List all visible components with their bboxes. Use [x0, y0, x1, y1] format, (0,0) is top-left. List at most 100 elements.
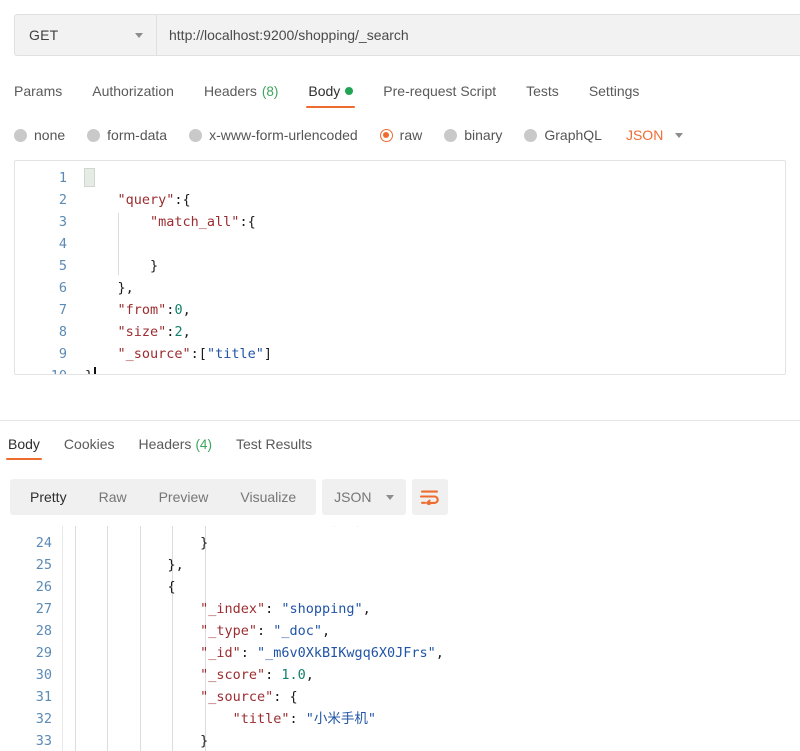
line-number: 2 [58, 192, 67, 208]
response-view-pretty[interactable]: Pretty [14, 479, 83, 515]
code-token: : [265, 667, 282, 683]
code-token: :[ [190, 346, 207, 362]
code-token: "size" [117, 324, 167, 340]
indent-guide [107, 526, 109, 751]
chevron-down-icon [675, 132, 684, 138]
response-view-visualize[interactable]: Visualize [224, 479, 312, 515]
chevron-down-icon [385, 494, 394, 500]
request-tab-label: Params [14, 83, 63, 99]
code-token: "title" [206, 346, 264, 362]
pane-divider[interactable] [0, 420, 800, 421]
word-wrap-button[interactable] [411, 479, 448, 515]
radio-icon [524, 128, 538, 142]
response-view-raw[interactable]: Raw [83, 479, 143, 515]
code-line: "title": "小米手机" [233, 708, 376, 730]
code-token: "_id" [200, 645, 241, 661]
response-tab-body[interactable]: Body [6, 436, 42, 460]
response-tab-headers[interactable]: Headers (4) [139, 436, 212, 460]
response-format-dropdown[interactable]: JSON [322, 479, 406, 515]
request-tab-count: (8) [261, 83, 279, 99]
code-token: , [362, 601, 371, 617]
response-tab-count: (4) [195, 436, 212, 452]
request-tab-body[interactable]: Body [306, 83, 356, 108]
word-wrap-icon [419, 490, 439, 505]
line-number: 29 [35, 645, 52, 661]
line-number: 8 [58, 324, 67, 340]
code-line: "_source":["title"] [118, 343, 272, 365]
line-number: 26 [35, 579, 52, 595]
radio-icon [189, 128, 203, 142]
response-view-preview[interactable]: Preview [143, 479, 225, 515]
http-method-label: GET [29, 27, 59, 43]
url-text: http://localhost:9200/shopping/_search [169, 27, 409, 43]
request-tab-label: Settings [588, 83, 640, 99]
indent-guide [117, 213, 119, 275]
response-view-segmented-control: Pretty Raw Preview Visualize [10, 479, 317, 515]
request-tab-params[interactable]: Params [14, 83, 62, 108]
response-body-viewer[interactable]: 23"title": "小米手机"24}25},26{27"_index": "… [0, 526, 800, 751]
code-token: "from" [117, 302, 167, 318]
line-number: 25 [35, 557, 52, 573]
code-token: "_m6v0XkBIKwgq6X0JFrs" [256, 645, 436, 661]
response-tab-bar: Body Cookies Headers (4) Test Results [6, 432, 800, 460]
code-line: "size":2, [118, 321, 191, 343]
raw-format-dropdown[interactable]: JSON [626, 127, 684, 143]
response-tab-label: Body [8, 436, 40, 452]
radio-icon [379, 128, 393, 142]
code-line: "match_all":{ [150, 211, 256, 233]
request-tab-label: Tests [526, 83, 559, 99]
code-line: "_source": { [200, 686, 298, 708]
radio-icon [87, 128, 101, 142]
line-number: 33 [35, 733, 52, 749]
request-tab-label: Pre-request Script [383, 83, 497, 99]
request-tab-headers[interactable]: Headers (8) [204, 83, 278, 108]
code-line: "_id": "_m6v0XkBIKwgq6X0JFrs", [200, 642, 444, 664]
code-token: "shopping" [281, 601, 363, 617]
request-tab-tests[interactable]: Tests [526, 83, 559, 108]
code-line: "query":{ [118, 189, 191, 211]
code-token: : { [273, 689, 298, 705]
response-tab-label: Cookies [63, 436, 115, 452]
postman-window: GET http://localhost:9200/shopping/_sear… [0, 14, 800, 751]
body-type-none[interactable]: none [14, 127, 65, 143]
body-type-raw[interactable]: raw [379, 127, 422, 143]
code-line: } [200, 730, 208, 751]
code-token: 0 [174, 302, 183, 318]
code-token: "_type" [200, 623, 257, 639]
line-number: 6 [58, 280, 67, 296]
line-number: 28 [35, 623, 52, 639]
code-token: "_doc" [273, 623, 323, 639]
code-token: , [182, 324, 191, 340]
body-type-graphql[interactable]: GraphQL [524, 127, 602, 143]
request-tab-authorization[interactable]: Authorization [92, 83, 174, 108]
body-type-binary[interactable]: binary [444, 127, 502, 143]
code-line: "_score": 1.0, [200, 664, 314, 686]
response-tab-test-results[interactable]: Test Results [236, 436, 312, 460]
http-method-dropdown[interactable]: GET [14, 14, 156, 56]
bracket-match-highlight [84, 168, 95, 187]
request-tab-settings[interactable]: Settings [589, 83, 640, 108]
code-line: "_type": "_doc", [200, 620, 330, 642]
code-token: "_score" [200, 667, 266, 683]
request-tab-label: Authorization [92, 83, 174, 99]
code-token: : [289, 711, 306, 727]
request-tab-pre-request-script[interactable]: Pre-request Script [383, 83, 496, 108]
request-body-editor[interactable]: 1{2"query":{3"match_all":{45}6},7"from":… [14, 160, 786, 375]
code-token: }, [117, 280, 134, 296]
body-type-label: GraphQL [544, 127, 602, 143]
line-number: 31 [35, 689, 52, 705]
line-number: 32 [35, 711, 52, 727]
code-token: } [200, 733, 209, 749]
response-tab-label: Headers [138, 436, 192, 452]
line-number: 4 [58, 236, 67, 252]
body-type-form-data[interactable]: form-data [87, 127, 167, 143]
code-token: : [256, 623, 274, 639]
code-token: "小米手机" [305, 711, 377, 727]
url-input[interactable]: http://localhost:9200/shopping/_search [156, 14, 800, 56]
request-url-bar: GET http://localhost:9200/shopping/_sear… [14, 14, 800, 56]
body-type-x-www-form-urlencoded[interactable]: x-www-form-urlencoded [189, 127, 358, 143]
response-tab-cookies[interactable]: Cookies [64, 436, 115, 460]
gutter-divider [62, 526, 63, 751]
text-cursor [94, 367, 96, 374]
code-line: }, [168, 554, 184, 576]
